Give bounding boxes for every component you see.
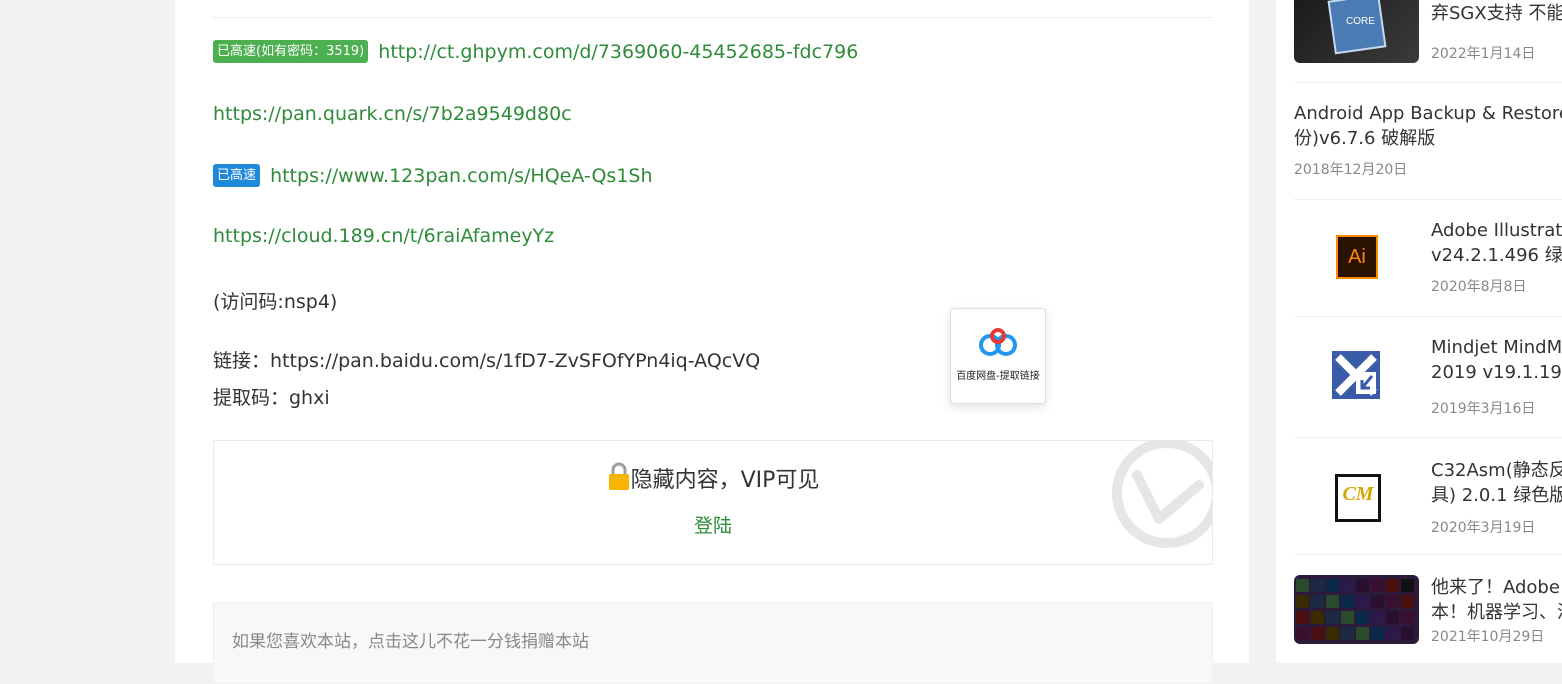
sidebar-related-posts: CORE 弃SGX支持 不能 2022年1月14日 Android App Ba…	[1276, 0, 1562, 663]
post-date: 2022年1月14日	[1431, 46, 1536, 62]
article-content: 已高速(如有密码：3519) http://ct.ghpym.com/d/736…	[175, 0, 1249, 684]
download-row-quark: https://pan.quark.cn/s/7b2a9549d80c	[213, 103, 572, 125]
baidu-extract-code: 提取码：ghxi	[213, 387, 330, 409]
post-title[interactable]: Adobe Illustrato	[1431, 218, 1562, 243]
post-title[interactable]: C32Asm(静态反汇	[1431, 458, 1562, 483]
donate-text: 如果您喜欢本站，点击这儿不花一分钱捐赠本站	[232, 632, 589, 652]
post-thumbnail[interactable]: Ai	[1294, 222, 1419, 291]
quark-link[interactable]: https://pan.quark.cn/s/7b2a9549d80c	[213, 103, 572, 125]
post-title-cont[interactable]: 份)v6.7.6 破解版	[1294, 126, 1562, 151]
post-title-cont[interactable]: 2019 v19.1.198中	[1431, 360, 1562, 385]
post-thumbnail[interactable]	[1294, 575, 1419, 644]
download-row-189cloud: https://cloud.189.cn/t/6raiAfameyYz	[213, 225, 554, 247]
post-title-cont[interactable]: 本！机器学习、漫	[1431, 600, 1562, 625]
login-link[interactable]: 登陆	[214, 511, 1212, 538]
post-item[interactable]: Mindjet MindM 2019 v19.1.198中 2019年3月16日	[1431, 335, 1562, 418]
ctfile-link[interactable]: http://ct.ghpym.com/d/7369060-45452685-f…	[378, 41, 858, 63]
divider	[1294, 82, 1562, 83]
download-row-ctfile: 已高速(如有密码：3519) http://ct.ghpym.com/d/736…	[213, 40, 858, 63]
divider	[213, 17, 1213, 18]
c32asm-icon: CM	[1335, 474, 1381, 522]
post-date: 2018年12月20日	[1294, 162, 1408, 178]
post-title-cont[interactable]: 具) 2.0.1 绿色版	[1431, 483, 1562, 508]
high-speed-badge: 已高速(如有密码：3519)	[213, 40, 369, 63]
baidu-extract-button[interactable]: 百度网盘-提取链接	[950, 308, 1046, 404]
baidu-link-text[interactable]: 链接：https://pan.baidu.com/s/1fD7-ZvSFOfYP…	[213, 346, 760, 373]
vip-title-text: 隐藏内容，VIP可见	[630, 468, 820, 493]
access-code: (访问码:nsp4)	[213, 291, 338, 313]
adobe-illustrator-icon: Ai	[1336, 235, 1378, 279]
post-title-cont[interactable]: v24.2.1.496 绿色	[1431, 243, 1562, 268]
donate-box[interactable]: 如果您喜欢本站，点击这儿不花一分钱捐赠本站	[213, 602, 1213, 684]
post-date: 2021年10月29日	[1431, 629, 1545, 645]
post-date: 2020年8月8日	[1431, 279, 1527, 295]
high-speed-badge: 已高速	[213, 164, 261, 187]
svg-text:CORE: CORE	[1346, 16, 1375, 27]
post-date: 2019年3月16日	[1431, 401, 1536, 417]
post-title[interactable]: 弃SGX支持 不能	[1431, 1, 1562, 26]
post-thumbnail[interactable]: CORE	[1294, 0, 1419, 63]
lock-icon	[608, 462, 629, 490]
post-item[interactable]: C32Asm(静态反汇 具) 2.0.1 绿色版 2020年3月19日	[1431, 458, 1562, 537]
post-item[interactable]: 弃SGX支持 不能 2022年1月14日	[1431, 1, 1562, 63]
divider	[1294, 316, 1562, 317]
post-title[interactable]: Mindjet MindM	[1431, 335, 1562, 360]
123pan-link[interactable]: https://www.123pan.com/s/HQeA-Qs1Sh	[270, 165, 652, 187]
post-item[interactable]: Adobe Illustrato v24.2.1.496 绿色 2020年8月8…	[1431, 218, 1562, 296]
post-thumbnail[interactable]: CM	[1294, 460, 1419, 529]
post-title[interactable]: Android App Backup & Restore	[1294, 101, 1562, 126]
intel-core-chip-icon: CORE	[1327, 0, 1387, 55]
divider	[1294, 437, 1562, 438]
post-thumbnail[interactable]	[1294, 342, 1419, 411]
baidu-extract-label: 百度网盘-提取链接	[956, 371, 1040, 382]
post-date: 2020年3月19日	[1431, 520, 1536, 536]
baidu-netdisk-icon	[979, 328, 1017, 356]
divider	[1294, 199, 1562, 200]
post-item[interactable]: Android App Backup & Restore 份)v6.7.6 破解…	[1294, 101, 1562, 179]
download-row-123pan: 已高速 https://www.123pan.com/s/HQeA-Qs1Sh	[213, 164, 653, 187]
mindjet-icon	[1332, 351, 1380, 399]
vip-title: 隐藏内容，VIP可见	[214, 461, 1212, 494]
divider	[1294, 554, 1562, 555]
post-item[interactable]: 他来了！Adobe 本！机器学习、漫 2021年10月29日	[1431, 575, 1562, 646]
cloud189-link[interactable]: https://cloud.189.cn/t/6raiAfameyYz	[213, 225, 554, 247]
vip-hidden-content: 隐藏内容，VIP可见 登陆	[213, 440, 1213, 565]
adobe-apps-grid-icon	[1296, 579, 1414, 640]
post-title[interactable]: 他来了！Adobe	[1431, 575, 1562, 600]
